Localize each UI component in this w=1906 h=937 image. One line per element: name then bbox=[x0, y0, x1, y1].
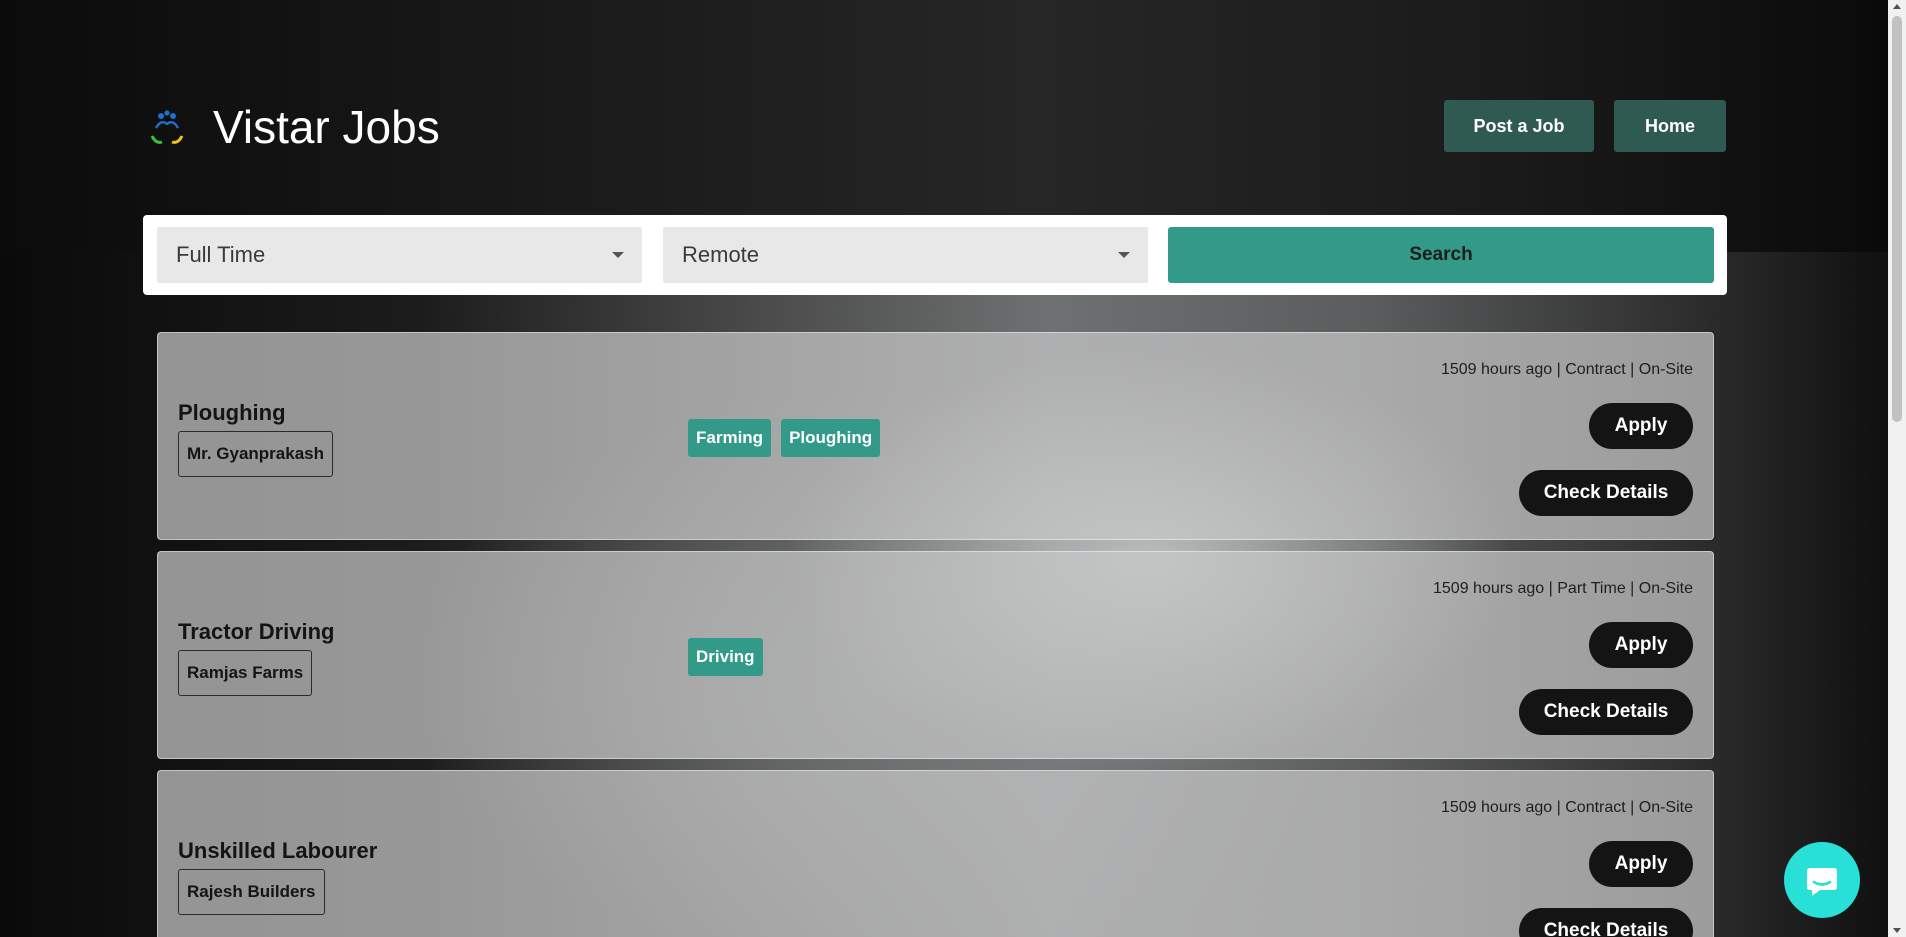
post-job-button[interactable]: Post a Job bbox=[1444, 100, 1594, 152]
scroll-up-icon[interactable] bbox=[1893, 4, 1901, 9]
job-type-value: Full Time bbox=[176, 242, 266, 267]
home-button[interactable]: Home bbox=[1614, 100, 1726, 152]
company-badge: Rajesh Builders bbox=[178, 869, 325, 915]
scrollbar-thumb[interactable] bbox=[1892, 16, 1902, 422]
company-badge: Mr. Gyanprakash bbox=[178, 431, 334, 477]
search-button[interactable]: Search bbox=[1168, 227, 1714, 283]
job-card: Ploughing Mr. Gyanprakash Farming Plough… bbox=[157, 332, 1714, 540]
job-tags: Driving bbox=[688, 638, 763, 676]
job-meta: 1509 hours ago | Contract | On-Site bbox=[1440, 799, 1693, 816]
company-badge: Ramjas Farms bbox=[178, 650, 313, 696]
chevron-down-icon bbox=[612, 252, 624, 258]
job-tag: Ploughing bbox=[781, 419, 881, 457]
location-type-select[interactable]: Remote bbox=[663, 227, 1148, 283]
scroll-down-icon[interactable] bbox=[1893, 928, 1901, 933]
job-type-select[interactable]: Full Time bbox=[157, 227, 642, 283]
chevron-down-icon bbox=[1118, 252, 1130, 258]
apply-button[interactable]: Apply bbox=[1589, 622, 1693, 668]
job-card: Tractor Driving Ramjas Farms Driving 150… bbox=[157, 551, 1714, 759]
job-meta: 1509 hours ago | Part Time | On-Site bbox=[1433, 580, 1693, 597]
brand-title: Vistar Jobs bbox=[213, 101, 440, 153]
site-header: Vistar Jobs Post a Job Home bbox=[150, 100, 1726, 154]
check-details-button[interactable]: Check Details bbox=[1519, 689, 1693, 735]
job-title: Tractor Driving bbox=[178, 619, 335, 644]
apply-button[interactable]: Apply bbox=[1589, 403, 1693, 449]
check-details-button[interactable]: Check Details bbox=[1519, 908, 1693, 937]
job-tag: Driving bbox=[688, 638, 763, 676]
job-title: Unskilled Labourer bbox=[178, 838, 378, 863]
check-details-button[interactable]: Check Details bbox=[1519, 470, 1693, 516]
job-title: Ploughing bbox=[178, 400, 286, 425]
job-card: Unskilled Labourer Rajesh Builders 1509 … bbox=[157, 770, 1714, 937]
search-bar: Full Time Remote Search bbox=[143, 215, 1727, 295]
job-tags: Farming Ploughing bbox=[688, 419, 881, 457]
job-tag: Farming bbox=[688, 419, 772, 457]
chat-widget-button[interactable] bbox=[1784, 842, 1860, 918]
chat-bubble-icon bbox=[1807, 868, 1837, 896]
page-scrollbar[interactable] bbox=[1888, 0, 1906, 937]
job-meta: 1509 hours ago | Contract | On-Site bbox=[1440, 361, 1693, 378]
people-hands-logo-icon[interactable] bbox=[150, 108, 184, 148]
apply-button[interactable]: Apply bbox=[1589, 841, 1693, 887]
location-type-value: Remote bbox=[682, 242, 760, 267]
